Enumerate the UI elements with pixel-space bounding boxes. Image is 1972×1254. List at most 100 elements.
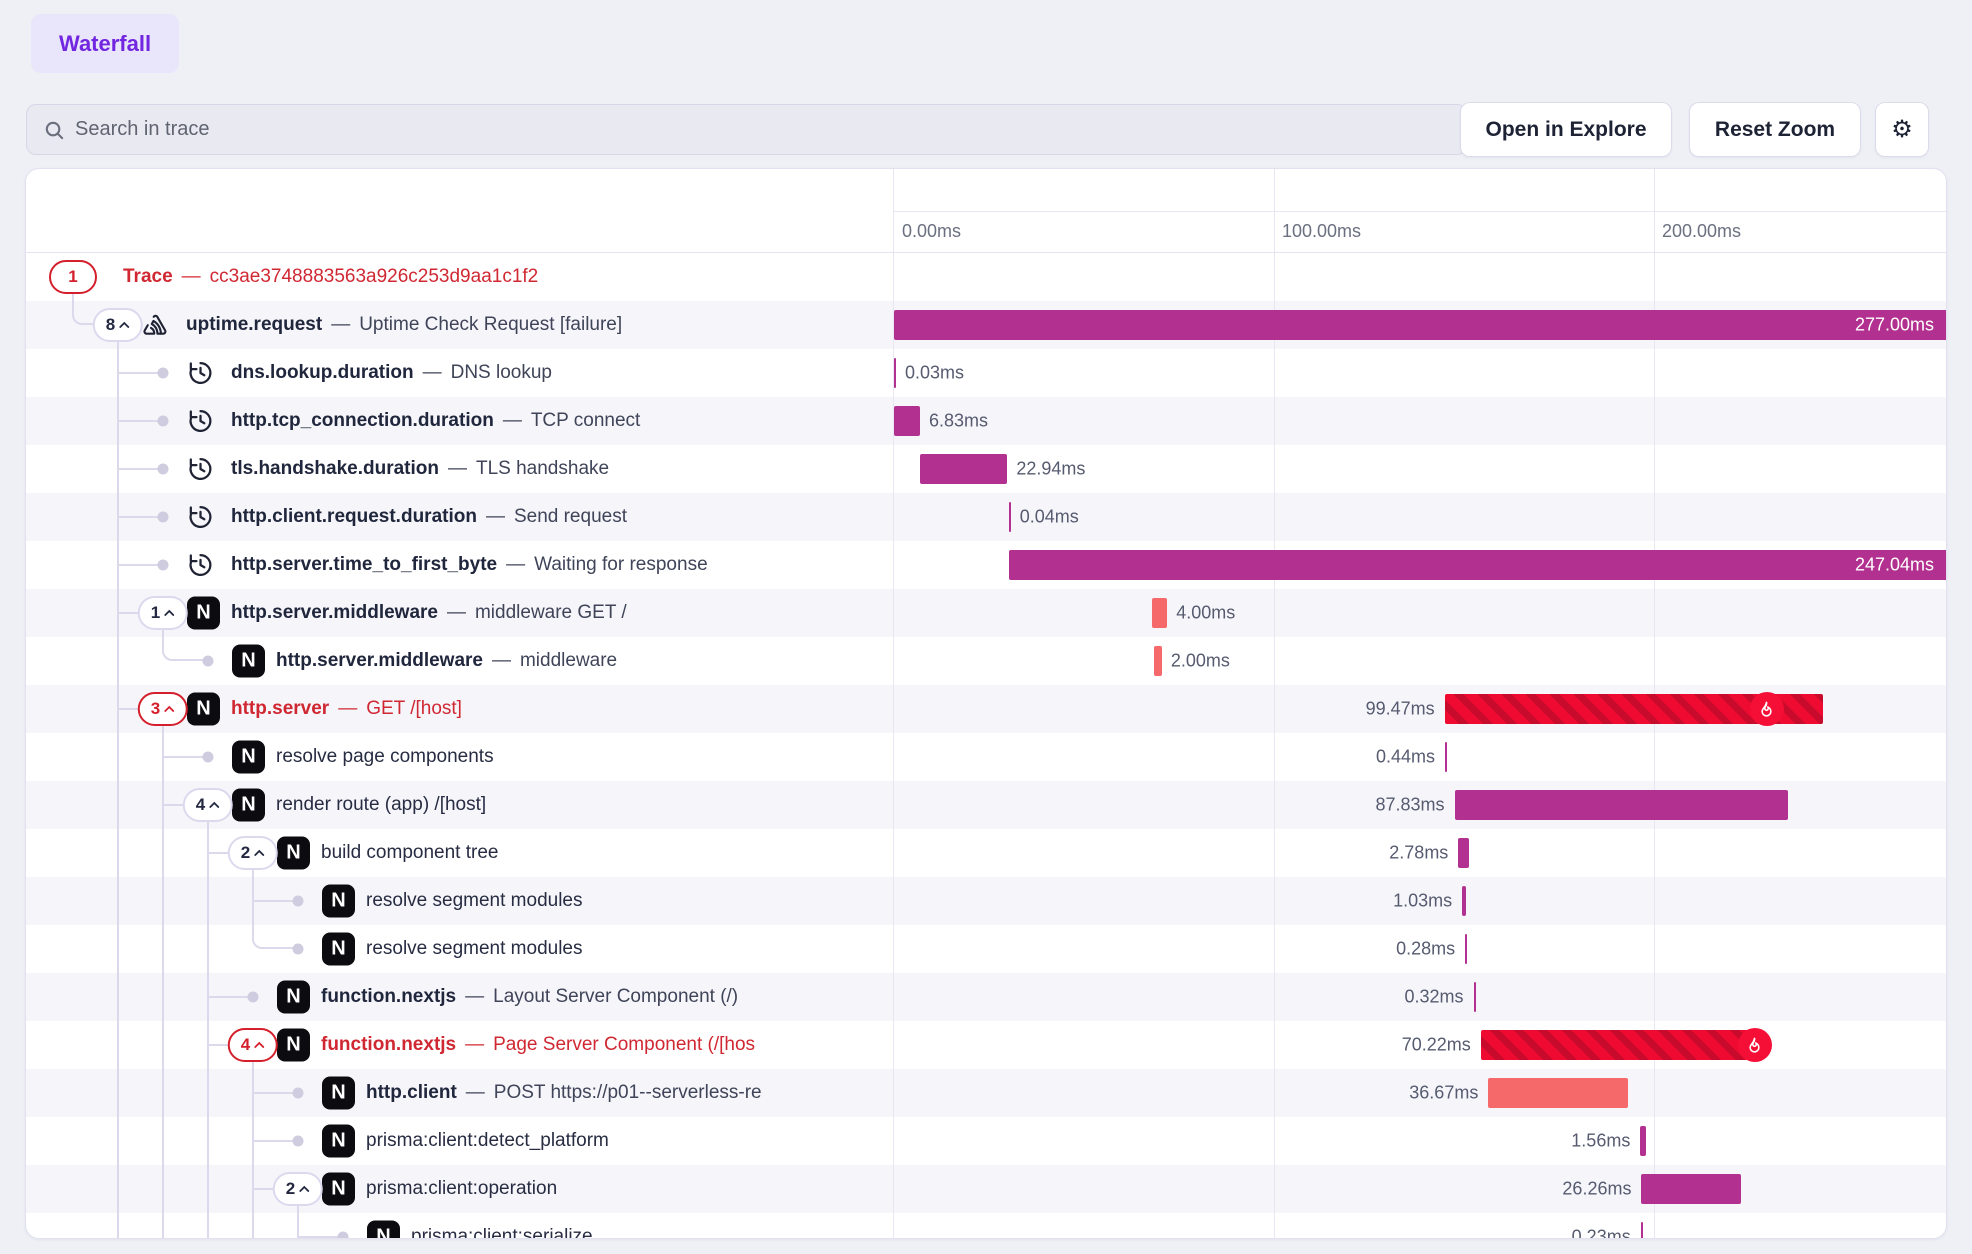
collapse-pill[interactable]: 4 — [183, 788, 233, 822]
tree-connector — [118, 468, 163, 470]
span-row[interactable]: Nresolve segment modules1.03ms — [26, 877, 1946, 925]
span-row[interactable]: Nfunction.nextjs—Layout Server Component… — [26, 973, 1946, 1021]
span-row[interactable]: http.client.request.duration—Send reques… — [26, 493, 1946, 541]
span-duration-bar[interactable] — [894, 358, 896, 388]
span-timeline-cell: 247.04ms — [893, 541, 1946, 589]
tree-dot — [158, 416, 169, 427]
span-row[interactable]: Nresolve segment modules0.28ms — [26, 925, 1946, 973]
span-row[interactable]: Nprisma:client:serialize0.23ms — [26, 1213, 1946, 1239]
collapse-pill[interactable]: 1 — [49, 260, 97, 294]
nextjs-icon: N — [187, 693, 220, 726]
span-row[interactable]: 1Trace—cc3ae3748883563a926c253d9aa1c1f2 — [26, 253, 1946, 301]
span-dash: — — [338, 698, 357, 720]
reset-zoom-button[interactable]: Reset Zoom — [1689, 102, 1861, 157]
span-row[interactable]: http.server.time_to_first_byte—Waiting f… — [26, 541, 1946, 589]
span-duration-bar[interactable] — [1445, 694, 1823, 724]
span-row[interactable]: Nhttp.client—POST https://p01--serverles… — [26, 1069, 1946, 1117]
duration-label: 0.23ms — [1572, 1227, 1631, 1240]
span-duration-bar[interactable] — [894, 310, 1947, 340]
tree-descender-line — [72, 294, 74, 301]
span-row[interactable]: 8uptime.request—Uptime Check Request [fa… — [26, 301, 1946, 349]
duration-label: 26.26ms — [1562, 1179, 1631, 1200]
tree-dot — [248, 992, 259, 1003]
span-row[interactable]: 2Nprisma:client:operation 26.26ms — [26, 1165, 1946, 1213]
span-duration-bar[interactable] — [1152, 598, 1167, 628]
span-tree-cell: http.client.request.duration—Send reques… — [26, 493, 893, 541]
span-duration-bar[interactable] — [1154, 646, 1162, 676]
nextjs-icon: N — [322, 885, 355, 918]
span-name: prisma:client:detect_platform — [366, 1130, 609, 1152]
span-name: tls.handshake.duration — [231, 458, 439, 480]
span-timeline-cell: 22.94ms — [893, 445, 1946, 493]
span-duration-bar[interactable] — [1641, 1222, 1643, 1239]
span-dash: — — [182, 266, 201, 288]
span-timeline-cell: 1.56ms — [893, 1117, 1946, 1165]
collapse-pill[interactable]: 2 — [228, 836, 278, 870]
span-duration-bar[interactable] — [1488, 1078, 1627, 1108]
clock-icon — [187, 504, 214, 531]
collapse-pill[interactable]: 8 — [93, 308, 143, 342]
span-duration-bar[interactable] — [894, 406, 920, 436]
tree-connector — [118, 420, 163, 422]
span-row[interactable]: 4Nfunction.nextjs—Page Server Component … — [26, 1021, 1946, 1069]
span-duration-bar[interactable] — [920, 454, 1007, 484]
span-duration-bar[interactable] — [1640, 1126, 1646, 1156]
collapse-pill[interactable]: 4 — [228, 1028, 278, 1062]
nextjs-icon: N — [232, 789, 265, 822]
collapse-pill[interactable]: 2 — [273, 1172, 323, 1206]
tree-guide-line — [117, 1069, 119, 1117]
tree-guide-line — [207, 925, 209, 973]
nextjs-icon: N — [277, 837, 310, 870]
span-name: prisma:client:serialize — [411, 1226, 593, 1239]
settings-button[interactable]: ⚙ — [1875, 102, 1929, 157]
span-row[interactable]: Nhttp.server.middleware—middleware2.00ms — [26, 637, 1946, 685]
span-name: http.server — [231, 698, 329, 720]
span-timeline-cell: 70.22ms — [893, 1021, 1946, 1069]
tree-dot — [203, 656, 214, 667]
tree-guide-line — [207, 1069, 209, 1117]
span-name: function.nextjs — [321, 986, 456, 1008]
span-name: uptime.request — [186, 314, 322, 336]
span-duration-bar[interactable] — [1458, 838, 1469, 868]
span-row[interactable]: 2Nbuild component tree 2.78ms — [26, 829, 1946, 877]
span-duration-bar[interactable] — [1474, 982, 1476, 1012]
search-input[interactable] — [75, 118, 1396, 141]
tree-guide-line — [162, 1213, 164, 1239]
span-row[interactable]: tls.handshake.duration—TLS handshake22.9… — [26, 445, 1946, 493]
span-duration-bar[interactable] — [1462, 886, 1466, 916]
collapse-pill[interactable]: 3 — [138, 692, 188, 726]
span-row[interactable]: Nresolve page components0.44ms — [26, 733, 1946, 781]
collapse-pill[interactable]: 1 — [138, 596, 188, 630]
tree-guide-line — [117, 877, 119, 925]
span-name: build component tree — [321, 842, 498, 864]
duration-label: 1.03ms — [1393, 891, 1452, 912]
span-row[interactable]: http.tcp_connection.duration—TCP connect… — [26, 397, 1946, 445]
tab-waterfall[interactable]: Waterfall — [31, 14, 179, 73]
chevron-up-icon — [209, 801, 220, 809]
span-row[interactable]: Nprisma:client:detect_platform1.56ms — [26, 1117, 1946, 1165]
span-timeline-cell: 0.44ms — [893, 733, 1946, 781]
tree-guide-line — [162, 1021, 164, 1069]
duration-label: 1.56ms — [1571, 1131, 1630, 1152]
span-row[interactable]: 3Nhttp.server—GET /[host]99.47ms — [26, 685, 1946, 733]
span-tree-cell: 2Nprisma:client:operation — [26, 1165, 893, 1213]
span-duration-bar[interactable] — [1455, 790, 1789, 820]
duration-label: 2.78ms — [1389, 843, 1448, 864]
span-row[interactable]: 1Nhttp.server.middleware—middleware GET … — [26, 589, 1946, 637]
tree-connector — [118, 516, 163, 518]
nextjs-icon: N — [322, 1077, 355, 1110]
span-duration-bar[interactable] — [1641, 1174, 1741, 1204]
span-row[interactable]: dns.lookup.duration—DNS lookup0.03ms — [26, 349, 1946, 397]
tree-guide-line — [117, 637, 119, 685]
span-name: http.client — [366, 1082, 457, 1104]
span-duration-bar[interactable] — [1465, 934, 1467, 964]
span-duration-bar[interactable] — [1481, 1030, 1748, 1060]
span-duration-bar[interactable] — [1009, 502, 1011, 532]
tree-connector — [118, 564, 163, 566]
open-in-explore-button[interactable]: Open in Explore — [1460, 102, 1672, 157]
span-duration-bar[interactable] — [1009, 550, 1947, 580]
span-tree-cell: 4Nrender route (app) /[host] — [26, 781, 893, 829]
search-box[interactable] — [26, 104, 1467, 155]
span-row[interactable]: 4Nrender route (app) /[host]87.83ms — [26, 781, 1946, 829]
span-duration-bar[interactable] — [1445, 742, 1447, 772]
